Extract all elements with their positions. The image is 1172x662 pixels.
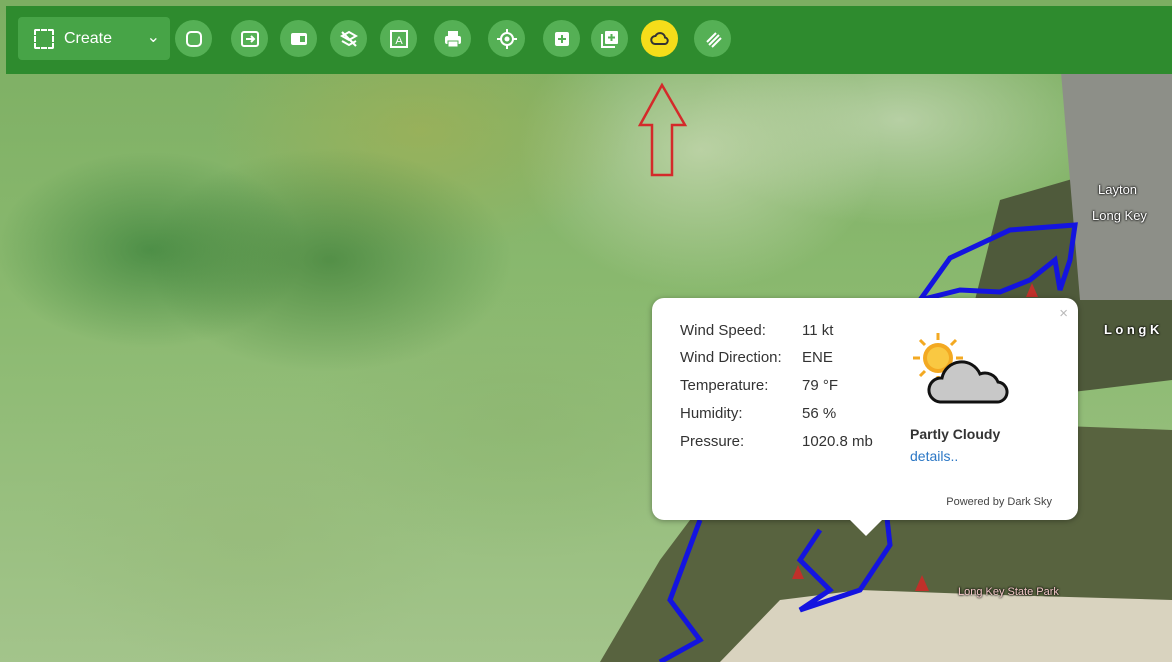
wind-speed-label: Wind Speed: <box>680 322 766 339</box>
close-icon[interactable]: × <box>1059 305 1068 322</box>
add-box-button[interactable] <box>543 20 580 57</box>
pressure-row: Pressure: 1020.8 mb <box>680 433 873 450</box>
chevron-down-icon: ⌄ <box>146 29 160 46</box>
map-label-long-k: L o n g K <box>1104 322 1160 337</box>
humidity-label: Humidity: <box>680 405 743 422</box>
add-layer-button[interactable] <box>591 20 628 57</box>
locate-button[interactable] <box>488 20 525 57</box>
create-dropdown-button[interactable]: Create ⌄ <box>18 17 170 60</box>
powered-by-text: Powered by Dark Sky <box>946 496 1052 508</box>
create-label: Create <box>64 29 113 47</box>
temperature-row: Temperature: 79 °F <box>680 377 838 394</box>
layers-off-icon <box>339 30 358 47</box>
map-label-long-key: Long Key <box>1092 208 1147 223</box>
wind-direction-value: ENE <box>802 349 833 366</box>
weather-button[interactable] <box>641 20 678 57</box>
text-frame-icon: A <box>389 29 408 48</box>
town-area <box>1060 40 1172 300</box>
humidity-value: 56 % <box>802 405 837 422</box>
add-box-icon <box>554 31 569 46</box>
hatch-button[interactable] <box>694 20 731 57</box>
wind-speed-value: 11 kt <box>802 322 834 339</box>
panel-button[interactable] <box>280 20 317 57</box>
pressure-label: Pressure: <box>680 433 745 450</box>
print-button[interactable] <box>434 20 471 57</box>
select-tool-icon <box>185 30 202 47</box>
details-link[interactable]: details.. <box>910 448 958 464</box>
beach-sand <box>720 590 1172 662</box>
weather-popup: × Wind Speed: 11 kt Wind Direction: ENE Te… <box>652 298 1078 536</box>
panel-icon <box>290 32 307 45</box>
select-tool-button[interactable] <box>175 20 212 57</box>
locate-icon <box>496 28 517 49</box>
red-arrow <box>637 82 688 177</box>
wind-direction-row: Wind Direction: ENE <box>680 349 833 366</box>
humidity-row: Humidity: 56 % <box>680 405 836 422</box>
layers-off-button[interactable] <box>330 20 367 57</box>
partly-cloudy-icon <box>913 333 1009 404</box>
wind-direction-label: Wind Direction: <box>680 349 782 366</box>
temperature-label: Temperature: <box>680 377 769 394</box>
condition-text: Partly Cloudy <box>910 426 1001 442</box>
selection-icon <box>34 28 54 49</box>
map-label-layton: Layton <box>1098 182 1138 197</box>
temperature-value: 79 °F <box>802 377 839 394</box>
import-icon <box>240 30 259 47</box>
print-icon <box>444 30 461 47</box>
pressure-value: 1020.8 mb <box>802 433 873 450</box>
wind-speed-row: Wind Speed: 11 kt <box>680 322 833 339</box>
svg-text:A: A <box>395 35 403 47</box>
text-frame-button[interactable]: A <box>380 20 417 57</box>
hatch-icon <box>705 31 722 48</box>
map-toolbar: Create ⌄ A <box>6 6 1172 74</box>
add-layer-icon <box>600 30 618 48</box>
weather-cloud-icon <box>649 31 669 45</box>
map-label-state-park: Long Key State Park <box>958 586 1059 598</box>
import-button[interactable] <box>231 20 268 57</box>
